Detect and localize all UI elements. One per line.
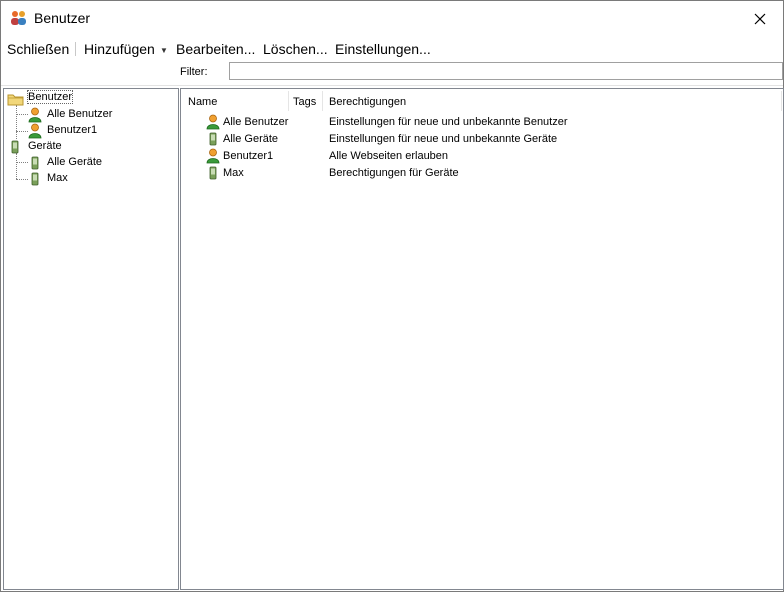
cell-permissions: Alle Webseiten erlauben xyxy=(329,150,449,162)
cell-name: Max xyxy=(223,167,244,179)
menu-close[interactable]: Schließen xyxy=(7,41,69,57)
device-icon xyxy=(209,166,217,180)
cell-permissions: Einstellungen für neue und unbekannte Be… xyxy=(329,116,568,128)
filter-label: Filter: xyxy=(180,66,208,78)
tree-label: Max xyxy=(47,172,68,184)
entries-list[interactable]: Name Tags Berechtigungen Alle Benutzer E… xyxy=(180,88,784,590)
device-icon xyxy=(31,172,39,186)
menu-separator xyxy=(75,42,76,56)
menu-delete[interactable]: Löschen... xyxy=(263,41,328,57)
tree-connector xyxy=(16,162,28,163)
divider xyxy=(1,85,783,86)
tree-connector xyxy=(16,131,28,132)
user-icon xyxy=(206,114,220,130)
device-icon xyxy=(209,132,217,146)
menu-add[interactable]: Hinzufügen xyxy=(84,41,155,57)
tree-connector xyxy=(16,153,17,179)
cell-name: Alle Benutzer xyxy=(223,116,289,128)
user-icon xyxy=(28,107,42,123)
cell-name: Benutzer1 xyxy=(223,150,274,162)
tree-label: Geräte xyxy=(28,140,62,152)
column-divider[interactable] xyxy=(781,91,782,111)
cell-permissions: Einstellungen für neue und unbekannte Ge… xyxy=(329,133,558,145)
user-icon xyxy=(206,148,220,164)
chevron-down-icon[interactable]: ▼ xyxy=(160,46,168,55)
column-header-permissions[interactable]: Berechtigungen xyxy=(329,89,406,111)
tree-label: Benutzer xyxy=(26,90,74,104)
cell-name: Alle Geräte xyxy=(223,133,279,145)
users-group-icon xyxy=(11,11,26,25)
tree-label: Benutzer1 xyxy=(47,124,98,136)
list-item[interactable]: Benutzer1 Alle Webseiten erlauben xyxy=(181,148,781,165)
window-title: Benutzer xyxy=(34,10,91,26)
tree-label: Alle Geräte xyxy=(47,156,103,168)
menu-settings[interactable]: Einstellungen... xyxy=(335,41,431,57)
column-divider[interactable] xyxy=(288,91,289,111)
user-icon xyxy=(28,123,42,139)
title-bar: Benutzer xyxy=(1,1,783,37)
menu-edit[interactable]: Bearbeiten... xyxy=(176,41,255,57)
tree-connector xyxy=(16,114,28,115)
filter-input[interactable] xyxy=(229,62,783,80)
category-tree[interactable]: Benutzer Alle Benutzer Benutzer1 Geräte xyxy=(3,88,179,590)
cell-permissions: Berechtigungen für Geräte xyxy=(329,167,459,179)
tree-connector xyxy=(16,179,28,180)
menu-bar: Schließen Hinzufügen Bearbeiten... Lösch… xyxy=(1,37,783,61)
close-icon xyxy=(754,13,766,25)
device-icon xyxy=(31,156,39,170)
list-item[interactable]: Alle Geräte Einstellungen für neue und u… xyxy=(181,131,781,148)
close-button[interactable] xyxy=(737,1,783,37)
folder-icon xyxy=(7,94,24,106)
list-item[interactable]: Alle Benutzer Einstellungen für neue und… xyxy=(181,114,781,131)
column-divider[interactable] xyxy=(322,91,323,111)
tree-connector xyxy=(16,105,17,139)
column-header-name[interactable]: Name xyxy=(188,89,217,111)
tree-label: Alle Benutzer xyxy=(47,108,113,120)
device-icon xyxy=(11,140,19,154)
users-window: Benutzer Schließen Hinzufügen Bearbeiten… xyxy=(0,0,784,592)
column-header-tags[interactable]: Tags xyxy=(293,89,316,111)
list-item[interactable]: Max Berechtigungen für Geräte xyxy=(181,165,781,182)
